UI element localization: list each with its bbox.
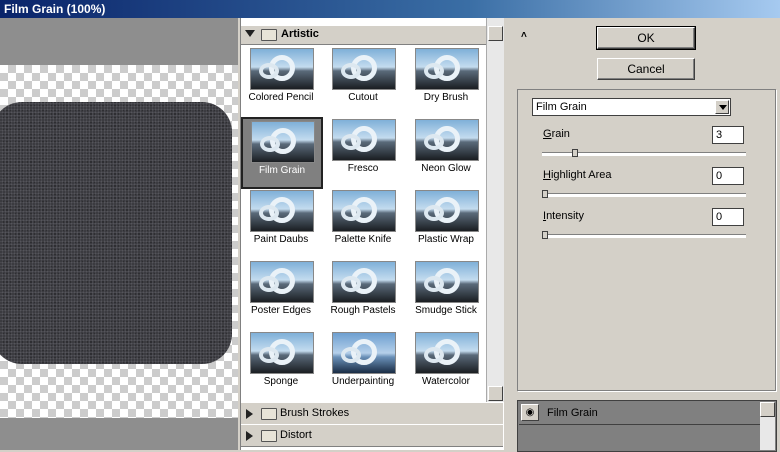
- thumbnail-image: [415, 190, 479, 232]
- category-label: Brush Strokes: [280, 407, 350, 419]
- thumbnail-image: [415, 48, 479, 90]
- thumbnail-image: [250, 261, 314, 303]
- filter-thumb[interactable]: Rough Pastels: [325, 259, 397, 327]
- category-artistic[interactable]: Artistic: [241, 26, 486, 45]
- grain-label-rest: rain: [551, 128, 570, 140]
- folder-icon: [261, 408, 277, 420]
- effect-layer-row[interactable]: ◉ Film Grain: [519, 402, 761, 425]
- folder-icon: [261, 29, 277, 41]
- thumbnail-image: [250, 332, 314, 374]
- filter-thumb[interactable]: Watercolor: [408, 330, 480, 398]
- filter-label: Underpainting: [331, 376, 395, 387]
- filter-label: Film Grain: [258, 165, 306, 176]
- thumbnail-image: [332, 261, 396, 303]
- settings-panel: ˄ OK Cancel Film Grain Grain 3 Highlight…: [504, 18, 780, 452]
- grain-slider[interactable]: [542, 149, 746, 157]
- grain-label: Grain: [543, 128, 570, 140]
- thumbnail-image: [332, 190, 396, 232]
- filter-label: Watercolor: [422, 376, 470, 387]
- highlight-area-label: Highlight Area: [543, 169, 612, 181]
- filter-thumb[interactable]: Poster Edges: [243, 259, 315, 327]
- preview-image: [0, 102, 232, 364]
- filter-thumb[interactable]: Cutout: [325, 46, 397, 114]
- filter-label: Fresco: [347, 163, 379, 174]
- grain-label-key: G: [543, 128, 552, 140]
- highlight-area-input[interactable]: 0: [712, 167, 744, 185]
- filter-gallery: Artistic Colored Pencil Cutout Dry Brush…: [240, 18, 504, 450]
- thumbnail-image: [251, 121, 315, 163]
- highlight-area-slider-knob[interactable]: [542, 190, 548, 198]
- filter-thumb[interactable]: Plastic Wrap: [408, 188, 480, 256]
- filter-label: Poster Edges: [250, 305, 312, 316]
- grain-input[interactable]: 3: [712, 126, 744, 144]
- preview-pane[interactable]: [0, 18, 238, 450]
- intensity-label: Intensity: [543, 210, 584, 222]
- filter-label: Palette Knife: [334, 234, 392, 245]
- gallery-scrollbar[interactable]: [486, 18, 504, 402]
- preview-top-area: [0, 18, 238, 65]
- filter-label: Neon Glow: [421, 163, 471, 174]
- filter-label: Sponge: [263, 376, 299, 387]
- filter-thumb[interactable]: Underpainting: [325, 330, 397, 398]
- effect-layers-panel: ◉ Film Grain: [517, 400, 777, 452]
- thumbnail-image: [250, 48, 314, 90]
- intensity-label-rest: ntensity: [546, 210, 584, 222]
- category-label: Artistic: [281, 28, 319, 40]
- grain-slider-knob[interactable]: [571, 149, 578, 157]
- highlight-area-slider[interactable]: [542, 190, 746, 198]
- filter-thumbnails: Colored Pencil Cutout Dry Brush Film Gra…: [241, 46, 486, 402]
- collapsed-triangle-icon: [246, 431, 253, 441]
- filter-settings-box: Film Grain Grain 3 Highlight Area 0 Inte…: [517, 89, 776, 391]
- intensity-input[interactable]: 0: [712, 208, 744, 226]
- scroll-down-button[interactable]: [488, 386, 503, 401]
- intensity-slider[interactable]: [542, 231, 746, 239]
- filter-label: Rough Pastels: [330, 305, 396, 316]
- thumbnail-image: [332, 332, 396, 374]
- filter-thumb[interactable]: Sponge: [243, 330, 315, 398]
- scroll-up-button[interactable]: [760, 402, 775, 417]
- highlight-area-label-rest: ighlight Area: [550, 169, 612, 181]
- thumbnail-image: [332, 48, 396, 90]
- filter-select[interactable]: Film Grain: [532, 98, 731, 116]
- thumbnail-image: [415, 261, 479, 303]
- intensity-slider-knob[interactable]: [542, 231, 548, 239]
- filter-label: Plastic Wrap: [418, 234, 474, 245]
- category-distort[interactable]: Distort: [241, 424, 503, 447]
- window-title: Film Grain (100%): [0, 0, 780, 18]
- filter-label: Dry Brush: [423, 92, 469, 103]
- scroll-up-button[interactable]: [488, 26, 503, 41]
- effect-layer-name: Film Grain: [547, 407, 598, 419]
- filter-select-value: Film Grain: [536, 101, 587, 113]
- thumbnail-image: [332, 119, 396, 161]
- cancel-button[interactable]: Cancel: [597, 58, 695, 80]
- category-brush-strokes[interactable]: Brush Strokes: [241, 402, 503, 425]
- filter-thumb[interactable]: Neon Glow: [408, 117, 480, 185]
- filter-thumb[interactable]: Colored Pencil: [243, 46, 315, 114]
- filter-label: Smudge Stick: [415, 305, 477, 316]
- layers-scrollbar[interactable]: [760, 402, 775, 450]
- filter-thumb[interactable]: Fresco: [325, 117, 397, 185]
- filter-thumb[interactable]: Palette Knife: [325, 188, 397, 256]
- ok-button[interactable]: OK: [596, 26, 696, 50]
- filter-thumb[interactable]: Smudge Stick: [408, 259, 480, 327]
- eye-icon[interactable]: ◉: [521, 404, 539, 421]
- filter-thumb-selected[interactable]: Film Grain: [241, 117, 323, 189]
- folder-icon: [261, 430, 277, 442]
- filter-label: Colored Pencil: [248, 92, 314, 103]
- thumbnail-image: [250, 190, 314, 232]
- preview-bottom-area: [0, 418, 238, 450]
- filter-label: Paint Daubs: [253, 234, 309, 245]
- thumbnail-image: [415, 119, 479, 161]
- chevron-down-icon[interactable]: [715, 100, 729, 114]
- category-label: Distort: [280, 429, 312, 441]
- expanded-triangle-icon: [245, 30, 255, 37]
- double-chevron-up-icon[interactable]: ˄: [521, 30, 527, 41]
- collapsed-triangle-icon: [246, 409, 253, 419]
- filter-thumb[interactable]: Dry Brush: [408, 46, 480, 114]
- filter-thumb[interactable]: Paint Daubs: [243, 188, 315, 256]
- thumbnail-image: [415, 332, 479, 374]
- highlight-area-label-key: H: [543, 169, 551, 181]
- filter-label: Cutout: [348, 92, 378, 103]
